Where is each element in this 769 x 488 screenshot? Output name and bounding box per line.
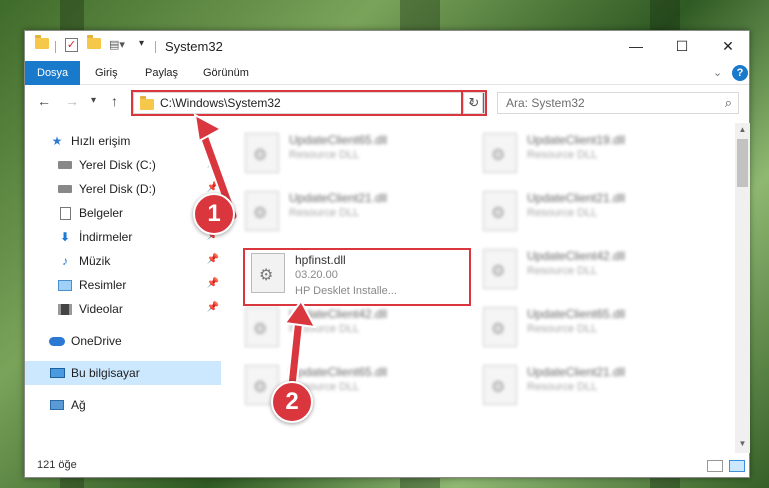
network-icon xyxy=(49,398,65,412)
sidebar-item-music[interactable]: ♪ Müzik 📌 xyxy=(25,249,221,273)
scroll-up-icon[interactable]: ▲ xyxy=(735,125,750,134)
computer-icon xyxy=(49,366,65,380)
close-button[interactable]: ✕ xyxy=(705,31,751,61)
sidebar-item-videos[interactable]: Videolar 📌 xyxy=(25,297,221,321)
customize-toolbar-icon[interactable]: ▤▾ xyxy=(109,38,125,51)
dll-file-icon xyxy=(483,365,517,405)
refresh-highlight xyxy=(461,90,487,116)
title-bar: ✓ ▤▾ ▾ System32 — ☐ ✕ xyxy=(25,31,749,61)
dll-file-icon xyxy=(483,133,517,173)
pictures-icon xyxy=(57,278,73,292)
recent-locations-icon[interactable]: ▾ xyxy=(91,95,96,106)
maximize-button[interactable]: ☐ xyxy=(659,31,705,61)
new-folder-icon[interactable] xyxy=(87,35,101,49)
sidebar-item-pictures[interactable]: Resimler 📌 xyxy=(25,273,221,297)
search-icon[interactable]: ⌕ xyxy=(725,95,732,111)
step-two-badge: 2 xyxy=(271,381,313,423)
sidebar-item-label: Ağ xyxy=(71,398,86,412)
file-name: UpdateClient65.dll xyxy=(289,133,388,147)
address-highlight xyxy=(131,90,485,116)
search-placeholder: Ara: System32 xyxy=(506,96,585,110)
sidebar-item-label: OneDrive xyxy=(71,334,122,348)
file-item[interactable]: UpdateClient42.dll Resource DLL xyxy=(477,243,697,299)
file-name: UpdateClient65.dll xyxy=(527,307,626,321)
tab-home[interactable]: Giriş xyxy=(83,61,130,85)
sidebar-item-label: İndirmeler xyxy=(79,230,133,244)
file-item[interactable]: UpdateClient21.dll Resource DLL xyxy=(239,185,459,241)
sidebar-item-downloads[interactable]: ⬇ İndirmeler 📌 xyxy=(25,225,221,249)
folder-icon xyxy=(35,35,49,49)
sidebar-item-label: Resimler xyxy=(79,278,127,292)
file-type: Resource DLL xyxy=(527,323,598,335)
scrollbar-thumb[interactable] xyxy=(737,139,748,187)
expand-ribbon-icon[interactable]: ⌄ xyxy=(713,66,722,79)
minimize-button[interactable]: — xyxy=(613,31,659,61)
file-highlight xyxy=(243,248,471,306)
file-type: Resource DLL xyxy=(527,265,598,277)
navigation-bar: ← → ▾ ↑ C:\Windows\System32 ⌄ ↻ Ara: Sys… xyxy=(25,85,749,119)
sidebar-item-label: Bu bilgisayar xyxy=(71,366,140,380)
sidebar-item-this-pc[interactable]: Bu bilgisayar xyxy=(25,361,221,385)
file-name: UpdateClient21.dll xyxy=(527,365,626,379)
search-input[interactable]: Ara: System32 ⌕ xyxy=(497,92,739,114)
file-type: Resource DLL xyxy=(527,149,598,161)
file-name: UpdateClient21.dll xyxy=(289,191,388,205)
file-explorer-window: ✓ ▤▾ ▾ System32 — ☐ ✕ Dosya Giriş Paylaş… xyxy=(24,30,750,478)
chevron-down-icon[interactable]: ▾ xyxy=(139,38,144,49)
vertical-scrollbar[interactable]: ▲ ▼ xyxy=(735,123,750,453)
sidebar-item-label: Belgeler xyxy=(79,206,124,220)
file-type: Resource DLL xyxy=(527,207,598,219)
item-count: 121 öğe xyxy=(37,459,77,471)
sidebar-item-network[interactable]: Ağ xyxy=(25,393,221,417)
tab-view[interactable]: Görünüm xyxy=(191,61,261,85)
dll-file-icon xyxy=(483,191,517,231)
pin-icon[interactable]: 📌 xyxy=(207,302,219,313)
sidebar-item-label: Videolar xyxy=(79,302,123,316)
large-icons-view-icon[interactable] xyxy=(729,460,745,472)
back-arrow-icon[interactable]: ← xyxy=(37,93,51,109)
file-item[interactable]: UpdateClient19.dll Resource DLL xyxy=(477,127,697,183)
sidebar-item-label: Müzik xyxy=(79,254,111,268)
star-icon: ★ xyxy=(51,134,63,148)
properties-icon[interactable]: ✓ xyxy=(65,38,78,52)
pin-icon[interactable]: 📌 xyxy=(207,278,219,289)
ribbon-tabs: Dosya Giriş Paylaş Görünüm ⌄ ? xyxy=(25,61,749,85)
file-type: Resource DLL xyxy=(527,381,598,393)
file-item[interactable]: UpdateClient65.dll Resource DLL xyxy=(477,301,697,357)
sidebar-item-onedrive[interactable]: OneDrive xyxy=(25,329,221,353)
file-type: Resource DLL xyxy=(289,207,360,219)
scroll-down-icon[interactable]: ▼ xyxy=(735,439,750,448)
cloud-icon xyxy=(49,334,65,348)
dll-file-icon xyxy=(483,307,517,347)
file-type: Resource DLL xyxy=(289,149,360,161)
tab-share[interactable]: Paylaş xyxy=(133,61,190,85)
forward-arrow-icon[interactable]: → xyxy=(65,93,79,109)
videos-icon xyxy=(57,302,73,316)
pin-icon[interactable]: 📌 xyxy=(207,254,219,265)
documents-icon xyxy=(57,206,73,220)
tab-file[interactable]: Dosya xyxy=(25,61,81,85)
up-arrow-icon[interactable]: ↑ xyxy=(111,93,118,109)
details-view-icon[interactable] xyxy=(707,460,723,472)
downloads-icon: ⬇ xyxy=(59,230,71,244)
sidebar-item-label: Yerel Disk (D:) xyxy=(79,182,156,196)
sidebar-item-label: Hızlı erişim xyxy=(71,134,131,148)
help-icon[interactable]: ? xyxy=(732,65,748,81)
music-icon: ♪ xyxy=(62,254,68,268)
drive-icon xyxy=(57,158,73,172)
file-item[interactable]: UpdateClient21.dll Resource DLL xyxy=(477,185,697,241)
file-name: UpdateClient19.dll xyxy=(527,133,626,147)
file-item[interactable]: UpdateClient21.dll Resource DLL xyxy=(477,359,697,415)
file-name: UpdateClient21.dll xyxy=(527,191,626,205)
sidebar-item-label: Yerel Disk (C:) xyxy=(79,158,156,172)
dll-file-icon xyxy=(483,249,517,289)
drive-icon xyxy=(57,182,73,196)
file-name: UpdateClient42.dll xyxy=(527,249,626,263)
status-bar: 121 öğe xyxy=(25,455,749,477)
window-title: System32 xyxy=(165,39,223,54)
step-one-badge: 1 xyxy=(193,193,235,235)
file-item[interactable]: UpdateClient65.dll Resource DLL xyxy=(239,127,459,183)
